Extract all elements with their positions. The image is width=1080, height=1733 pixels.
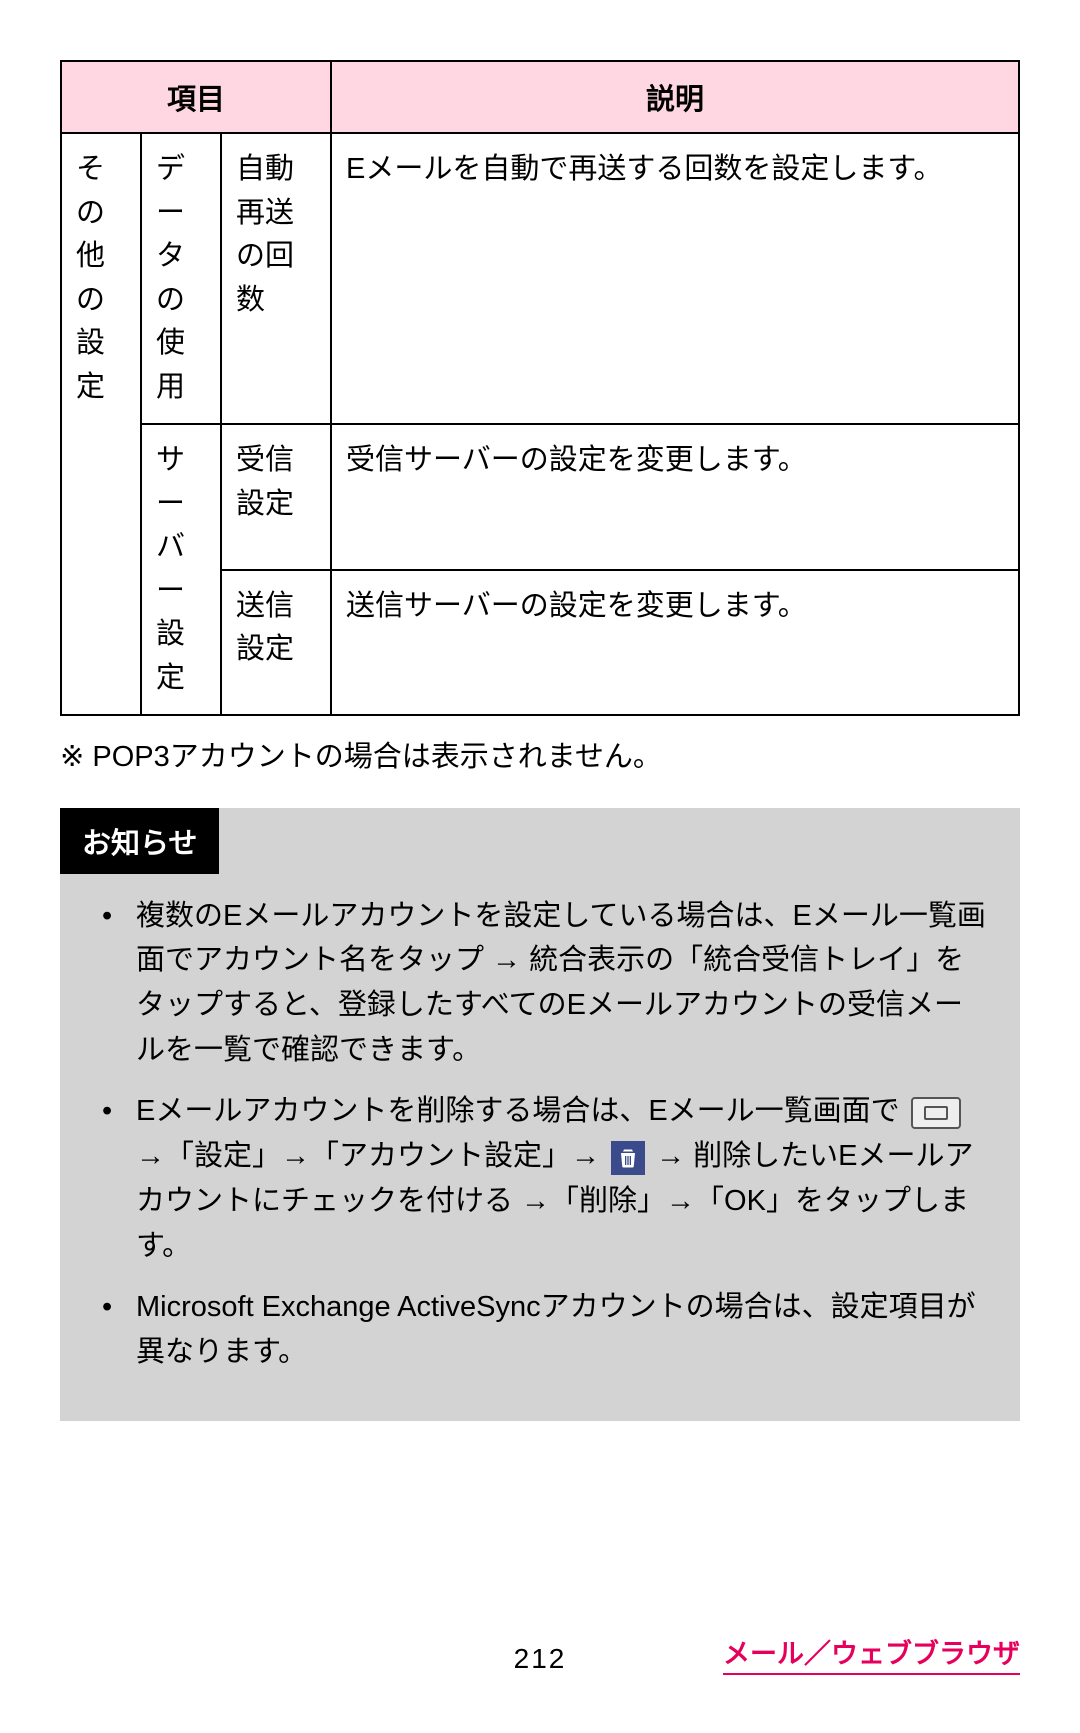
cell-desc: 受信サーバーの設定を変更します。 — [331, 424, 1019, 570]
footer-link[interactable]: メール／ウェブブラウザ — [723, 1632, 1020, 1675]
header-desc: 説明 — [331, 61, 1019, 133]
cell-group: その他の設定 — [61, 133, 141, 715]
menu-icon — [911, 1097, 961, 1129]
text-segment: Eメールアカウントを削除する場合は、Eメール一覧画面で — [136, 1095, 908, 1127]
list-item: Eメールアカウントを削除する場合は、Eメール一覧画面で →「設定」→「アカウント… — [102, 1089, 990, 1269]
table-row: サーバー設定 受信設定 受信サーバーの設定を変更します。 — [61, 424, 1019, 570]
list-item: 複数のEメールアカウントを設定している場合は、Eメール一覧画面でアカウント名をタ… — [102, 894, 990, 1074]
cell-sub2: 受信設定 — [221, 424, 331, 570]
cell-desc: Eメールを自動で再送する回数を設定します。 — [331, 133, 1019, 424]
text-segment: →「設定」→「アカウント設定」→ — [136, 1140, 608, 1172]
list-item: Microsoft Exchange ActiveSyncアカウントの場合は、設… — [102, 1285, 990, 1375]
cell-sub1: データの使用 — [141, 133, 221, 424]
notice-title: お知らせ — [60, 808, 219, 874]
document-page: 項目 説明 その他の設定 データの使用 自動再送の回数 Eメールを自動で再送する… — [0, 0, 1080, 1733]
table-row: その他の設定 データの使用 自動再送の回数 Eメールを自動で再送する回数を設定し… — [61, 133, 1019, 424]
pop3-note: ※ POP3アカウントの場合は表示されません。 — [60, 736, 1020, 780]
cell-sub2: 送信設定 — [221, 570, 331, 716]
cell-sub1: サーバー設定 — [141, 424, 221, 715]
trash-icon — [611, 1141, 645, 1175]
footer: 212 メール／ウェブブラウザ — [0, 1643, 1080, 1675]
notice-box: お知らせ 複数のEメールアカウントを設定している場合は、Eメール一覧画面でアカウ… — [60, 808, 1020, 1421]
notice-list: 複数のEメールアカウントを設定している場合は、Eメール一覧画面でアカウント名をタ… — [60, 894, 1020, 1375]
header-item: 項目 — [61, 61, 331, 133]
cell-desc: 送信サーバーの設定を変更します。 — [331, 570, 1019, 716]
settings-table: 項目 説明 その他の設定 データの使用 自動再送の回数 Eメールを自動で再送する… — [60, 60, 1020, 716]
cell-sub2: 自動再送の回数 — [221, 133, 331, 424]
